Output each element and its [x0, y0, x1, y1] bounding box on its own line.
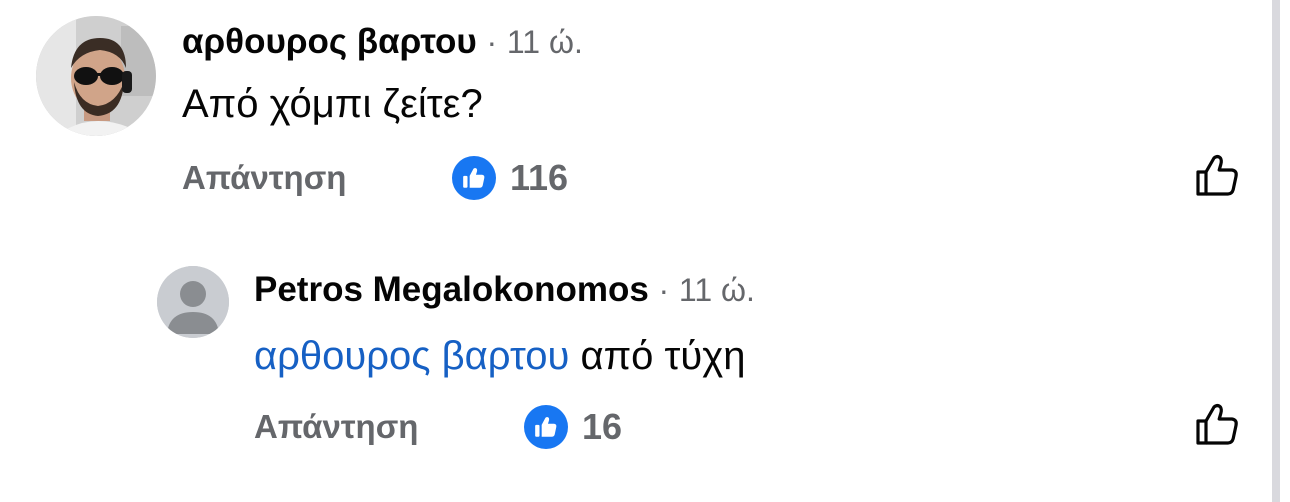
comment-text-content: Από χόμπι ζείτε?: [182, 82, 483, 126]
mention-link[interactable]: αρθουρος βαρτου: [254, 334, 569, 378]
like-button[interactable]: [1194, 152, 1242, 200]
profile-photo-icon: [36, 16, 156, 136]
separator: ·: [658, 272, 670, 308]
comment-text-content: από τύχη: [580, 334, 746, 378]
reply-button[interactable]: Απάντηση: [182, 158, 346, 198]
thumbs-up-outline-icon: [1196, 404, 1238, 445]
reaction-summary[interactable]: 116: [452, 156, 568, 200]
separator: ·: [486, 24, 498, 60]
thumbs-up-filled-icon: [452, 156, 496, 200]
scrollbar[interactable]: [1272, 0, 1280, 502]
reply-button[interactable]: Απάντηση: [254, 407, 418, 447]
author-name[interactable]: Petros Megalokonomos: [254, 270, 649, 309]
avatar[interactable]: [157, 266, 229, 338]
timestamp[interactable]: 11 ώ.: [679, 272, 755, 308]
like-count: 116: [510, 157, 569, 198]
avatar[interactable]: [36, 16, 156, 136]
like-count: 16: [582, 406, 623, 447]
comment-text: Από χόμπι ζείτε?: [182, 80, 483, 128]
thumbs-up-filled-icon: [524, 405, 568, 449]
reaction-summary[interactable]: 16: [524, 405, 622, 449]
comment-text: αρθουρος βαρτου από τύχη: [254, 332, 745, 380]
timestamp[interactable]: 11 ώ.: [507, 24, 583, 60]
author-name[interactable]: αρθουρος βαρτου: [182, 22, 477, 61]
comment-header: Petros Megalokonomos · 11 ώ.: [254, 270, 755, 310]
comment-header: αρθουρος βαρτου · 11 ώ.: [182, 22, 583, 62]
thumbs-up-outline-icon: [1196, 155, 1238, 196]
default-avatar-icon: [157, 266, 229, 338]
like-button[interactable]: [1194, 401, 1242, 449]
